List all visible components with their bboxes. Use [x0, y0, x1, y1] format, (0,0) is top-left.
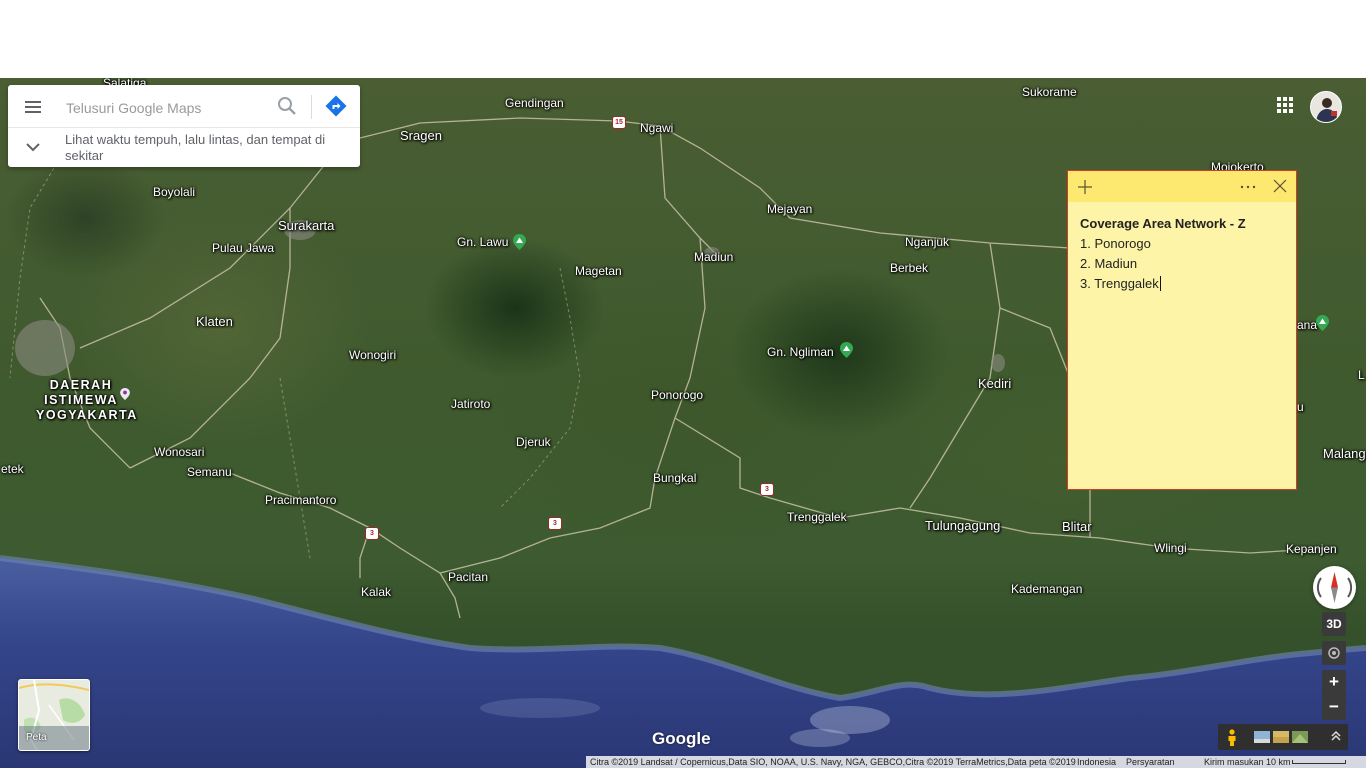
explore-nearby-text[interactable]: Lihat waktu tempuh, lalu lintas, dan tem…: [65, 132, 345, 164]
browser-top-area: [0, 0, 1366, 78]
road-shield: 15: [612, 116, 626, 129]
place-label: Ngawi: [640, 121, 674, 135]
scale-label[interactable]: 10 km: [1266, 756, 1291, 768]
attribution-text: Citra ©2019 Landsat / Copernicus,Data SI…: [590, 757, 1076, 767]
place-label: Mejayan: [767, 202, 813, 216]
terms-link[interactable]: Persyaratan: [1126, 756, 1175, 768]
imagery-thumb-icon[interactable]: [1273, 731, 1289, 743]
mountain-pin-icon[interactable]: [1316, 315, 1329, 331]
card-separator: [8, 127, 360, 128]
search-panel: Lihat waktu tempuh, lalu lintas, dan tem…: [8, 85, 360, 167]
feedback-link[interactable]: Kirim masukan: [1204, 756, 1264, 768]
scale-bar: [1292, 760, 1346, 764]
menu-icon[interactable]: [24, 98, 44, 116]
place-label: Wlingi: [1154, 541, 1187, 555]
place-label: Tulungagung: [925, 518, 1001, 533]
zoom-out-button[interactable]: −: [1322, 695, 1346, 720]
map-layer-label: Peta: [26, 732, 47, 743]
place-label: ana: [1297, 318, 1318, 332]
place-label: Bungkal: [653, 471, 697, 485]
mountain-pin-icon[interactable]: [513, 234, 526, 250]
imagery-thumb-icon[interactable]: [1254, 731, 1270, 743]
landmark-pin-icon[interactable]: [120, 388, 130, 400]
account-avatar[interactable]: [1310, 91, 1342, 123]
compass-needle: [1316, 572, 1353, 603]
mountain-pin-icon[interactable]: [840, 342, 853, 358]
place-label: Madiun: [694, 250, 734, 264]
place-label: Blitar: [1062, 519, 1092, 534]
sticky-note[interactable]: Coverage Area Network - Z 1. Ponorogo 2.…: [1067, 170, 1297, 490]
place-label: Ponorogo: [651, 388, 704, 402]
place-label: Sragen: [400, 128, 442, 143]
zoom-controls: + −: [1322, 670, 1346, 720]
my-location-glyph: [1328, 647, 1340, 659]
location-icon[interactable]: [1322, 641, 1346, 665]
compass-icon[interactable]: [1313, 566, 1356, 609]
place-label: Pacitan: [448, 570, 489, 584]
place-label: Magetan: [575, 264, 622, 278]
place-label: Wonosari: [154, 445, 205, 459]
close-icon[interactable]: [1273, 179, 1287, 193]
sticky-note-line: 1. Ponorogo: [1080, 236, 1151, 251]
region-line: DAERAH: [49, 378, 113, 392]
search-icon[interactable]: [276, 95, 298, 117]
place-label: Berbek: [890, 261, 929, 275]
sticky-note-line: 3. Trenggalek: [1080, 276, 1159, 291]
place-label: L: [1358, 368, 1365, 382]
place-label: Gn. Ngliman: [767, 345, 834, 359]
country-link[interactable]: Indonesia: [1077, 756, 1116, 768]
map-footer: Citra ©2019 Landsat / Copernicus,Data SI…: [586, 756, 1366, 768]
sticky-note-line: 2. Madiun: [1080, 256, 1138, 271]
place-label: Kediri: [978, 376, 1012, 391]
expand-icon[interactable]: [1330, 730, 1342, 742]
search-input[interactable]: [64, 94, 264, 122]
region-label: DAERAH ISTIMEWA YOGYAKARTA: [36, 378, 138, 423]
place-label: Pulau Jawa: [212, 241, 275, 255]
place-label: Gn. Lawu: [457, 235, 509, 249]
apps-grid-icon[interactable]: [1277, 97, 1293, 113]
place-label: Kademangan: [1011, 582, 1083, 596]
place-label: Gendingan: [505, 96, 564, 110]
place-label: Djeruk: [516, 435, 551, 449]
road-shield: 3: [365, 527, 379, 540]
place-label: Boyolali: [153, 185, 196, 199]
road-shield: 3: [548, 517, 562, 530]
plus-icon[interactable]: [1077, 179, 1093, 195]
place-label: Kalak: [361, 585, 392, 599]
road-shield: 3: [760, 483, 774, 496]
text-caret: [1159, 276, 1161, 291]
directions-icon[interactable]: [324, 94, 348, 118]
place-label: Wonogiri: [349, 348, 397, 362]
avatar-image: [1311, 92, 1341, 122]
place-label: Sukorame: [1022, 85, 1077, 99]
region-line: ISTIMEWA: [44, 393, 118, 407]
place-label: Malang: [1323, 446, 1366, 461]
zoom-in-button[interactable]: +: [1322, 670, 1346, 695]
region-line: YOGYAKARTA: [36, 408, 138, 422]
place-label: Jatiroto: [451, 397, 491, 411]
place-label: Kepanjen: [1286, 542, 1337, 556]
place-label: Nganjuk: [905, 235, 950, 249]
search-divider: [311, 95, 312, 119]
place-label: etek: [1, 462, 24, 476]
map-layer-toggle[interactable]: Peta: [18, 679, 90, 751]
place-label: Surakarta: [278, 218, 335, 233]
google-logo: Google: [652, 729, 711, 748]
pegman-icon[interactable]: [1226, 729, 1238, 746]
place-label: Semanu: [187, 465, 232, 479]
place-label: u: [1297, 400, 1304, 414]
3d-toggle-button[interactable]: 3D: [1322, 612, 1346, 636]
more-icon[interactable]: [1239, 179, 1257, 195]
place-label: Trenggalek: [787, 510, 847, 524]
place-label: Pracimantoro: [265, 493, 337, 507]
sticky-note-body[interactable]: Coverage Area Network - Z 1. Ponorogo 2.…: [1080, 214, 1286, 294]
sticky-note-header[interactable]: [1068, 171, 1296, 202]
imagery-toolbar: [1218, 724, 1348, 750]
sticky-note-line-last: 3. Trenggalek: [1080, 274, 1286, 294]
chevron-down-icon[interactable]: [23, 139, 43, 155]
imagery-thumb-icon[interactable]: [1292, 731, 1308, 743]
sticky-note-title: Coverage Area Network - Z: [1080, 216, 1246, 231]
place-label: Klaten: [196, 314, 233, 329]
